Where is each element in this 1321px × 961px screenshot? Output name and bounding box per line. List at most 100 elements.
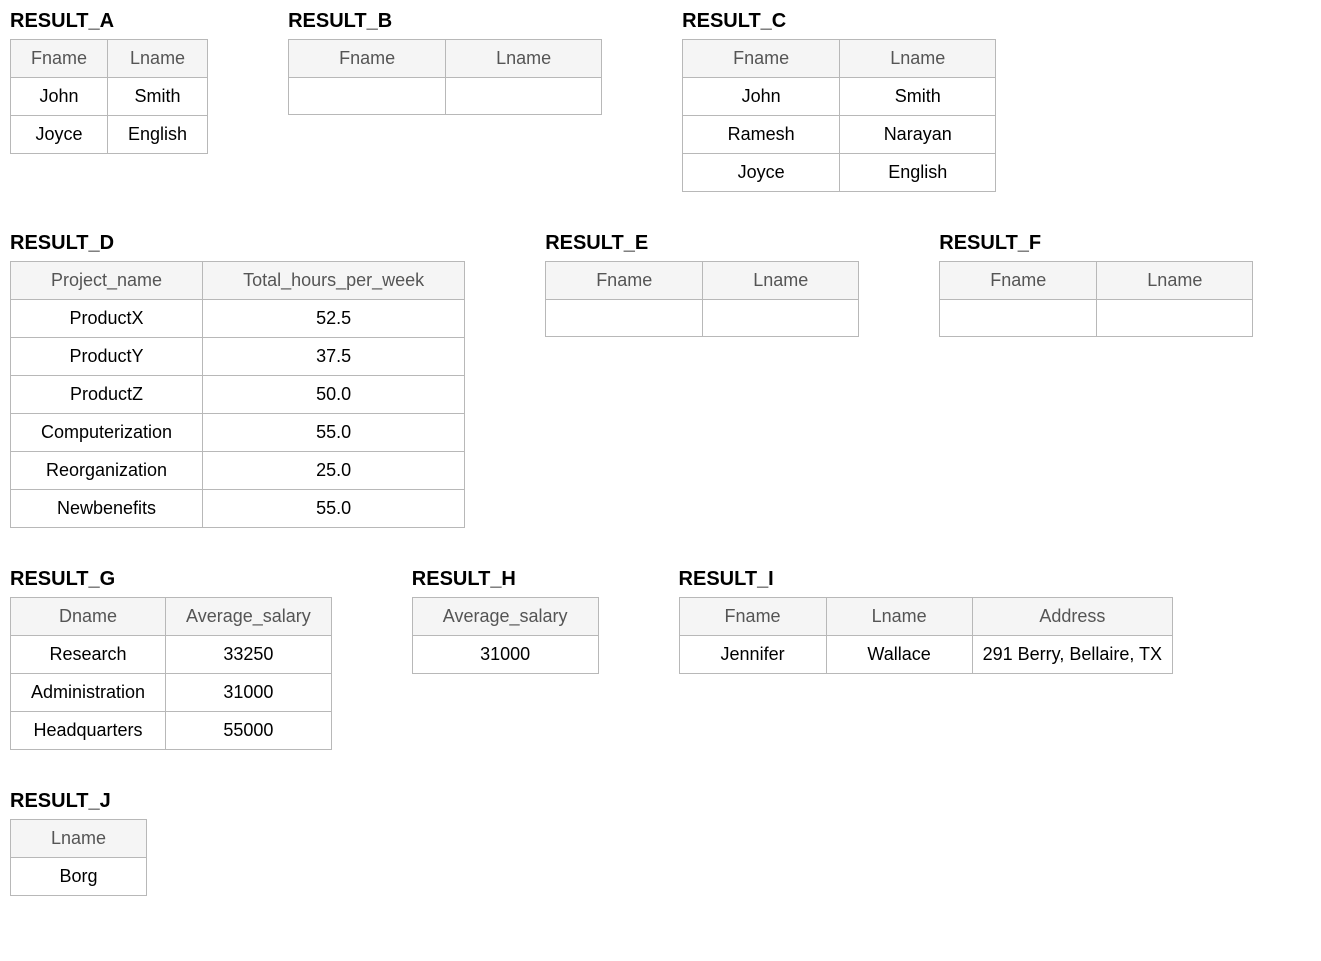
cell: Joyce: [11, 116, 108, 154]
col-header: Fname: [683, 40, 840, 78]
result-j-block: RESULT_J Lname Borg: [10, 790, 147, 896]
result-a-table: Fname Lname John Smith Joyce English: [10, 39, 208, 154]
table-header-row: Fname Lname Address: [679, 598, 1173, 636]
result-d-title: RESULT_D: [10, 232, 465, 255]
table-row: John Smith: [11, 78, 208, 116]
cell: 55.0: [203, 490, 465, 528]
col-header: Fname: [546, 262, 703, 300]
cell: ProductX: [11, 300, 203, 338]
cell: Research: [11, 636, 166, 674]
table-header-row: Average_salary: [412, 598, 598, 636]
result-j-table: Lname Borg: [10, 819, 147, 896]
table-row: 31000: [412, 636, 598, 674]
table-row: ProductY 37.5: [11, 338, 465, 376]
cell: Administration: [11, 674, 166, 712]
cell: [546, 300, 703, 337]
table-header-row: Lname: [11, 820, 147, 858]
result-g-table: Dname Average_salary Research 33250 Admi…: [10, 597, 332, 750]
table-row: [289, 78, 602, 115]
col-header: Lname: [446, 40, 602, 78]
result-f-title: RESULT_F: [939, 232, 1253, 255]
cell: [703, 300, 859, 337]
cell: ProductY: [11, 338, 203, 376]
cell: [1097, 300, 1253, 337]
result-h-title: RESULT_H: [412, 568, 599, 591]
cell: 25.0: [203, 452, 465, 490]
table-header-row: Fname Lname: [940, 262, 1253, 300]
table-header-row: Fname Lname: [289, 40, 602, 78]
col-header: Project_name: [11, 262, 203, 300]
col-header: Fname: [289, 40, 446, 78]
result-d-block: RESULT_D Project_name Total_hours_per_we…: [10, 232, 465, 528]
table-row: Research 33250: [11, 636, 332, 674]
table-row: Headquarters 55000: [11, 712, 332, 750]
table-row: ProductZ 50.0: [11, 376, 465, 414]
col-header: Average_salary: [412, 598, 598, 636]
col-header: Fname: [940, 262, 1097, 300]
col-header: Total_hours_per_week: [203, 262, 465, 300]
cell: ProductZ: [11, 376, 203, 414]
table-header-row: Project_name Total_hours_per_week: [11, 262, 465, 300]
cell: 33250: [166, 636, 332, 674]
table-row: Jennifer Wallace 291 Berry, Bellaire, TX: [679, 636, 1173, 674]
cell: 50.0: [203, 376, 465, 414]
result-a-block: RESULT_A Fname Lname John Smith Joyce En…: [10, 10, 208, 154]
cell: Jennifer: [679, 636, 826, 674]
cell: Smith: [108, 78, 208, 116]
col-header: Fname: [679, 598, 826, 636]
col-header: Fname: [11, 40, 108, 78]
result-g-title: RESULT_G: [10, 568, 332, 591]
col-header: Lname: [703, 262, 859, 300]
result-c-table: Fname Lname John Smith Ramesh Narayan Jo…: [682, 39, 996, 192]
col-header: Lname: [108, 40, 208, 78]
cell: 31000: [412, 636, 598, 674]
row-4: RESULT_J Lname Borg: [10, 790, 1311, 896]
table-row: Joyce English: [11, 116, 208, 154]
table-row: [546, 300, 859, 337]
result-c-title: RESULT_C: [682, 10, 996, 33]
cell: 291 Berry, Bellaire, TX: [972, 636, 1172, 674]
table-row: Joyce English: [683, 154, 996, 192]
cell: English: [840, 154, 996, 192]
cell: Reorganization: [11, 452, 203, 490]
row-1: RESULT_A Fname Lname John Smith Joyce En…: [10, 10, 1311, 192]
result-e-table: Fname Lname: [545, 261, 859, 337]
result-f-table: Fname Lname: [939, 261, 1253, 337]
table-header-row: Fname Lname: [546, 262, 859, 300]
cell: Ramesh: [683, 116, 840, 154]
cell: Headquarters: [11, 712, 166, 750]
cell: Newbenefits: [11, 490, 203, 528]
cell: Smith: [840, 78, 996, 116]
result-i-table: Fname Lname Address Jennifer Wallace 291…: [679, 597, 1174, 674]
result-d-table: Project_name Total_hours_per_week Produc…: [10, 261, 465, 528]
cell: [940, 300, 1097, 337]
result-h-table: Average_salary 31000: [412, 597, 599, 674]
result-c-block: RESULT_C Fname Lname John Smith Ramesh N…: [682, 10, 996, 192]
col-header: Dname: [11, 598, 166, 636]
result-h-block: RESULT_H Average_salary 31000: [412, 568, 599, 674]
cell: [289, 78, 446, 115]
table-header-row: Fname Lname: [683, 40, 996, 78]
result-a-title: RESULT_A: [10, 10, 208, 33]
cell: Narayan: [840, 116, 996, 154]
table-row: Administration 31000: [11, 674, 332, 712]
result-b-table: Fname Lname: [288, 39, 602, 115]
cell: Joyce: [683, 154, 840, 192]
cell: 52.5: [203, 300, 465, 338]
result-b-block: RESULT_B Fname Lname: [288, 10, 602, 115]
result-e-block: RESULT_E Fname Lname: [545, 232, 859, 337]
result-i-title: RESULT_I: [679, 568, 1174, 591]
table-row: Ramesh Narayan: [683, 116, 996, 154]
col-header: Average_salary: [166, 598, 332, 636]
table-row: Newbenefits 55.0: [11, 490, 465, 528]
cell: Wallace: [826, 636, 972, 674]
cell: 37.5: [203, 338, 465, 376]
table-row: John Smith: [683, 78, 996, 116]
cell: 55.0: [203, 414, 465, 452]
table-row: Computerization 55.0: [11, 414, 465, 452]
cell: Borg: [11, 858, 147, 896]
table-header-row: Fname Lname: [11, 40, 208, 78]
col-header: Lname: [826, 598, 972, 636]
cell: Computerization: [11, 414, 203, 452]
col-header: Lname: [1097, 262, 1253, 300]
